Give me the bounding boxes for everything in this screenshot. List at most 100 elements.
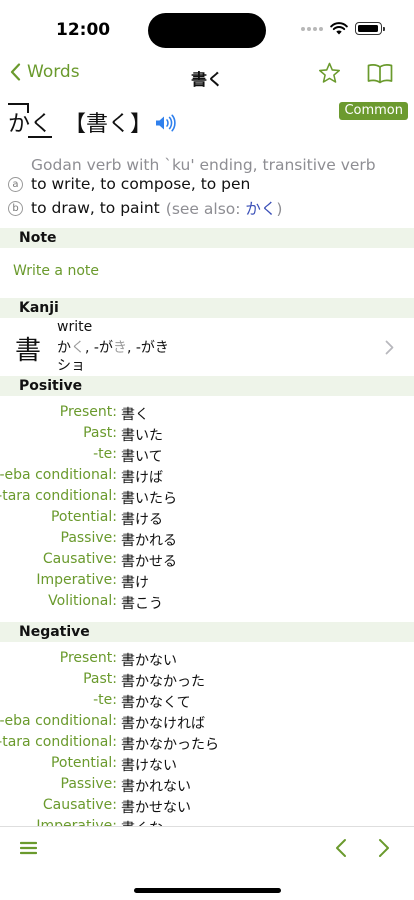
conjugation-value: 書いたら <box>121 491 177 507</box>
cellular-signal-icon <box>301 26 323 31</box>
conjugation-value: 書かない <box>121 653 177 669</box>
conjugation-row: -eba conditional: 書かなければ <box>0 713 414 733</box>
conjugation-row: Past: 書かなかった <box>0 671 414 691</box>
conjugation-label: Imperative: <box>36 572 117 588</box>
conjugation-label: Potential: <box>50 509 117 525</box>
pitch-accent-underline <box>28 136 52 138</box>
conjugation-value: 書かせる <box>121 554 177 570</box>
conjugation-label: Passive: <box>60 776 118 792</box>
conjugation-label: Volitional: <box>48 593 117 609</box>
sense-item: b to draw, to paint (see also: かく) <box>8 197 282 219</box>
bottom-toolbar <box>0 826 414 900</box>
battery-icon <box>355 22 385 35</box>
conjugation-value: 書かなければ <box>121 716 205 732</box>
conjugation-row: Imperative: 書け <box>0 572 414 592</box>
page-title: 書く <box>190 70 223 89</box>
conjugation-label: -tara conditional: <box>0 734 117 750</box>
sense-marker: a <box>8 176 23 192</box>
section-header-kanji: Kanji <box>0 298 414 318</box>
section-header-positive: Positive <box>0 376 414 396</box>
conjugation-row: Present: 書く <box>0 404 414 424</box>
see-also-link[interactable]: かく <box>245 200 276 218</box>
conjugation-value: 書いて <box>121 449 163 465</box>
conjugation-value: 書け <box>121 575 149 591</box>
section-header-negative: Negative <box>0 622 414 642</box>
conjugation-row: Volitional: 書こう <box>0 593 414 613</box>
conjugation-row: -tara conditional: 書かなかったら <box>0 734 414 754</box>
conjugation-value: 書けば <box>121 470 163 486</box>
kanji-character: 書 <box>15 336 42 366</box>
conjugation-value: 書ける <box>121 512 163 528</box>
conjugation-value: 書かなかった <box>121 674 205 690</box>
conjugation-label: -te: <box>93 692 117 708</box>
conjugation-value: 書こう <box>121 596 163 612</box>
conjugation-label: Present: <box>59 404 117 420</box>
conjugation-row: Potential: 書ける <box>0 509 414 529</box>
kanji-on-reading: ショ <box>57 358 85 374</box>
chevron-right-icon <box>385 340 394 355</box>
star-outline-icon[interactable] <box>318 62 341 84</box>
conjugation-row: -tara conditional: 書いたら <box>0 488 414 508</box>
book-open-icon[interactable] <box>367 63 393 84</box>
conjugation-row: -eba conditional: 書けば <box>0 467 414 487</box>
reading-text: かく <box>8 112 53 137</box>
conjugation-row: Present: 書かない <box>0 650 414 670</box>
entry-header: かく 【書く】 <box>8 103 176 138</box>
conjugation-label: -tara conditional: <box>0 488 117 504</box>
conjugation-value: 書かれない <box>121 779 191 795</box>
conjugation-value: 書かれる <box>121 533 177 549</box>
reading: かく <box>8 103 53 138</box>
navigation-bar: Words 書く <box>0 56 414 94</box>
conjugation-row: Causative: 書かせない <box>0 797 414 817</box>
see-also-prefix: (see also: <box>165 200 246 218</box>
home-indicator[interactable] <box>134 888 281 893</box>
conjugation-value: 書く <box>121 407 149 423</box>
conjugation-row: Passive: 書かれる <box>0 530 414 550</box>
status-icons <box>301 22 385 35</box>
conjugation-value: 書かなかったら <box>121 737 219 753</box>
conjugation-value: 書かなくて <box>121 695 191 711</box>
conjugation-row: Passive: 書かれない <box>0 776 414 796</box>
conjugation-row: Past: 書いた <box>0 425 414 445</box>
kanji-row[interactable]: 書 write かく, -がき, -がき ショ <box>0 318 414 374</box>
conjugation-label: -eba conditional: <box>0 713 117 729</box>
conjugation-row: Causative: 書かせる <box>0 551 414 571</box>
conjugation-label: -eba conditional: <box>0 467 117 483</box>
conjugation-label: -te: <box>93 446 117 462</box>
conjugation-label: Past: <box>83 425 117 441</box>
conjugation-label: Passive: <box>60 530 118 546</box>
part-of-speech: Godan verb with `ku' ending, transitive … <box>31 156 376 174</box>
conjugation-row: -te: 書かなくて <box>0 692 414 712</box>
status-bar: 12:00 <box>0 0 414 58</box>
previous-entry-button[interactable] <box>335 838 347 858</box>
conjugation-value: 書かせない <box>121 800 191 816</box>
sense-text: to write, to compose, to pen <box>31 175 251 193</box>
see-also-suffix: ) <box>276 200 283 218</box>
conjugation-label: Present: <box>59 650 117 666</box>
pitch-accent-mark <box>8 103 28 105</box>
dynamic-island <box>148 13 266 48</box>
conjugation-value: 書いた <box>121 428 163 444</box>
wifi-icon <box>330 22 348 35</box>
kanji-meaning: write <box>57 319 93 335</box>
common-badge: Common <box>339 102 408 120</box>
conjugation-row: -te: 書いて <box>0 446 414 466</box>
conjugation-label: Causative: <box>42 797 117 813</box>
hamburger-icon[interactable] <box>20 841 37 855</box>
speaker-icon[interactable] <box>154 114 176 132</box>
conjugation-value: 書けない <box>121 758 177 774</box>
status-time: 12:00 <box>56 20 111 40</box>
sense-item: a to write, to compose, to pen <box>8 175 250 193</box>
kanji-kun-reading: かく, -がき, -がき <box>57 340 169 356</box>
section-header-note: Note <box>0 228 414 248</box>
sense-marker: b <box>8 200 23 216</box>
write-note-button[interactable]: Write a note <box>13 263 99 279</box>
pitch-accent-drop <box>27 103 29 113</box>
next-entry-button[interactable] <box>378 838 390 858</box>
sense-text: to draw, to paint <box>31 199 160 217</box>
conjugation-row: Potential: 書けない <box>0 755 414 775</box>
conjugation-label: Past: <box>83 671 117 687</box>
headword: 【書く】 <box>64 112 153 137</box>
see-also: (see also: かく) <box>166 197 283 219</box>
conjugation-label: Potential: <box>50 755 117 771</box>
